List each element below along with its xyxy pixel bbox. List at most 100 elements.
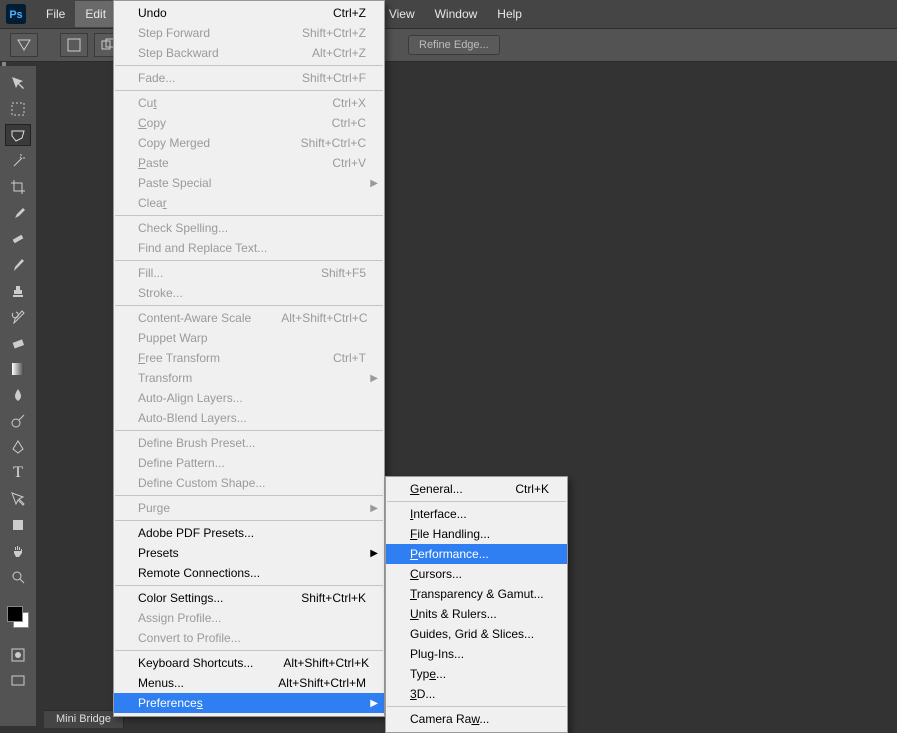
edit-menu-item: Convert to Profile... (114, 628, 384, 648)
menu-item-label: Paste Special (138, 176, 211, 190)
quickmask-icon[interactable] (5, 644, 31, 666)
selection-new-icon[interactable] (60, 33, 88, 57)
menu-separator (115, 585, 383, 586)
menu-item-label: Interface... (410, 507, 467, 521)
edit-menu-item: Fade...Shift+Ctrl+F (114, 68, 384, 88)
menu-item-shortcut: Ctrl+X (332, 96, 366, 110)
marquee-tool-icon[interactable] (5, 98, 31, 120)
edit-menu-item: CutCtrl+X (114, 93, 384, 113)
menu-item-shortcut: Ctrl+K (515, 482, 549, 496)
menu-item-label: Keyboard Shortcuts... (138, 656, 253, 670)
zoom-tool-icon[interactable] (5, 566, 31, 588)
edit-menu-item[interactable]: Adobe PDF Presets... (114, 523, 384, 543)
menu-item-label: Guides, Grid & Slices... (410, 627, 534, 641)
gradient-tool-icon[interactable] (5, 358, 31, 380)
edit-menu-item[interactable]: Keyboard Shortcuts...Alt+Shift+Ctrl+K (114, 653, 384, 673)
menu-item-label: Define Custom Shape... (138, 476, 265, 490)
edit-menu-item[interactable]: Presets▶ (114, 543, 384, 563)
edit-menu-item: Define Custom Shape... (114, 473, 384, 493)
submenu-arrow-icon: ▶ (370, 548, 378, 559)
prefs-submenu-item[interactable]: General...Ctrl+K (386, 479, 567, 499)
menu-item-label: Paste (138, 156, 169, 170)
menu-item-label: Undo (138, 6, 167, 20)
edit-menu-dropdown: UndoCtrl+ZStep ForwardShift+Ctrl+ZStep B… (113, 0, 385, 717)
menu-item-label: Menus... (138, 676, 184, 690)
shape-tool-icon[interactable] (5, 514, 31, 536)
heal-tool-icon[interactable] (5, 228, 31, 250)
menu-file[interactable]: File (36, 1, 75, 27)
menu-item-label: Define Brush Preset... (138, 436, 255, 450)
prefs-submenu-item[interactable]: Plug-Ins... (386, 644, 567, 664)
menu-item-label: 3D... (410, 687, 435, 701)
menu-separator (387, 706, 566, 707)
prefs-submenu-item[interactable]: Interface... (386, 504, 567, 524)
edit-menu-item: Step ForwardShift+Ctrl+Z (114, 23, 384, 43)
menu-help[interactable]: Help (487, 1, 532, 27)
path-tool-icon[interactable] (5, 488, 31, 510)
edit-menu-item[interactable]: UndoCtrl+Z (114, 3, 384, 23)
menu-item-shortcut: Shift+Ctrl+F (302, 71, 366, 85)
hand-tool-icon[interactable] (5, 540, 31, 562)
edit-menu-item[interactable]: Preferences▶ (114, 693, 384, 713)
edit-menu-item[interactable]: Remote Connections... (114, 563, 384, 583)
refine-edge-button[interactable]: Refine Edge... (408, 35, 500, 55)
eraser-tool-icon[interactable] (5, 332, 31, 354)
menu-item-label: Content-Aware Scale (138, 311, 251, 325)
menu-view[interactable]: View (379, 1, 425, 27)
edit-menu-item: Auto-Blend Layers... (114, 408, 384, 428)
prefs-submenu-item[interactable]: 3D... (386, 684, 567, 704)
edit-menu-item: Copy MergedShift+Ctrl+C (114, 133, 384, 153)
color-swatches[interactable] (7, 606, 29, 628)
wand-tool-icon[interactable] (5, 150, 31, 172)
edit-menu-item: Transform▶ (114, 368, 384, 388)
menu-item-shortcut: Shift+F5 (321, 266, 366, 280)
pen-tool-icon[interactable] (5, 436, 31, 458)
menu-separator (115, 260, 383, 261)
prefs-submenu-item[interactable]: Transparency & Gamut... (386, 584, 567, 604)
edit-menu-item: Assign Profile... (114, 608, 384, 628)
blur-tool-icon[interactable] (5, 384, 31, 406)
dodge-tool-icon[interactable] (5, 410, 31, 432)
menu-separator (115, 520, 383, 521)
menu-item-label: Auto-Blend Layers... (138, 411, 247, 425)
stamp-tool-icon[interactable] (5, 280, 31, 302)
edit-menu-item[interactable]: Color Settings...Shift+Ctrl+K (114, 588, 384, 608)
menu-window[interactable]: Window (425, 1, 488, 27)
tool-preset-icon[interactable] (10, 33, 38, 57)
menu-item-label: Adobe PDF Presets... (138, 526, 254, 540)
menu-item-shortcut: Shift+Ctrl+C (301, 136, 366, 150)
brush-tool-icon[interactable] (5, 254, 31, 276)
move-tool-icon[interactable] (5, 72, 31, 94)
lasso-tool-icon[interactable] (5, 124, 31, 146)
eyedropper-tool-icon[interactable] (5, 202, 31, 224)
prefs-submenu-item[interactable]: Type... (386, 664, 567, 684)
menu-item-label: Copy (138, 116, 166, 130)
prefs-submenu-item[interactable]: File Handling... (386, 524, 567, 544)
crop-tool-icon[interactable] (5, 176, 31, 198)
edit-menu-item: Puppet Warp (114, 328, 384, 348)
prefs-submenu-item[interactable]: Guides, Grid & Slices... (386, 624, 567, 644)
tools-panel: T (0, 66, 36, 726)
prefs-submenu-item[interactable]: Performance... (386, 544, 567, 564)
edit-menu-item: Paste Special▶ (114, 173, 384, 193)
screenmode-icon[interactable] (5, 670, 31, 692)
menu-item-label: Check Spelling... (138, 221, 228, 235)
menu-item-label: Color Settings... (138, 591, 223, 605)
menu-item-label: Cursors... (410, 567, 462, 581)
submenu-arrow-icon: ▶ (370, 503, 378, 514)
edit-menu-item[interactable]: Menus...Alt+Shift+Ctrl+M (114, 673, 384, 693)
prefs-submenu-item[interactable]: Cursors... (386, 564, 567, 584)
menu-item-label: Auto-Align Layers... (138, 391, 243, 405)
menu-separator (115, 650, 383, 651)
edit-menu-item: Check Spelling... (114, 218, 384, 238)
menu-item-shortcut: Ctrl+T (333, 351, 366, 365)
history-brush-tool-icon[interactable] (5, 306, 31, 328)
menu-item-shortcut: Ctrl+C (332, 116, 366, 130)
app-logo: Ps (4, 4, 28, 24)
prefs-submenu-item[interactable]: Camera Raw... (386, 709, 567, 729)
type-tool-icon[interactable]: T (5, 462, 31, 484)
menu-item-label: Stroke... (138, 286, 183, 300)
prefs-submenu-item[interactable]: Units & Rulers... (386, 604, 567, 624)
menu-edit[interactable]: Edit (75, 1, 116, 27)
menu-separator (115, 215, 383, 216)
